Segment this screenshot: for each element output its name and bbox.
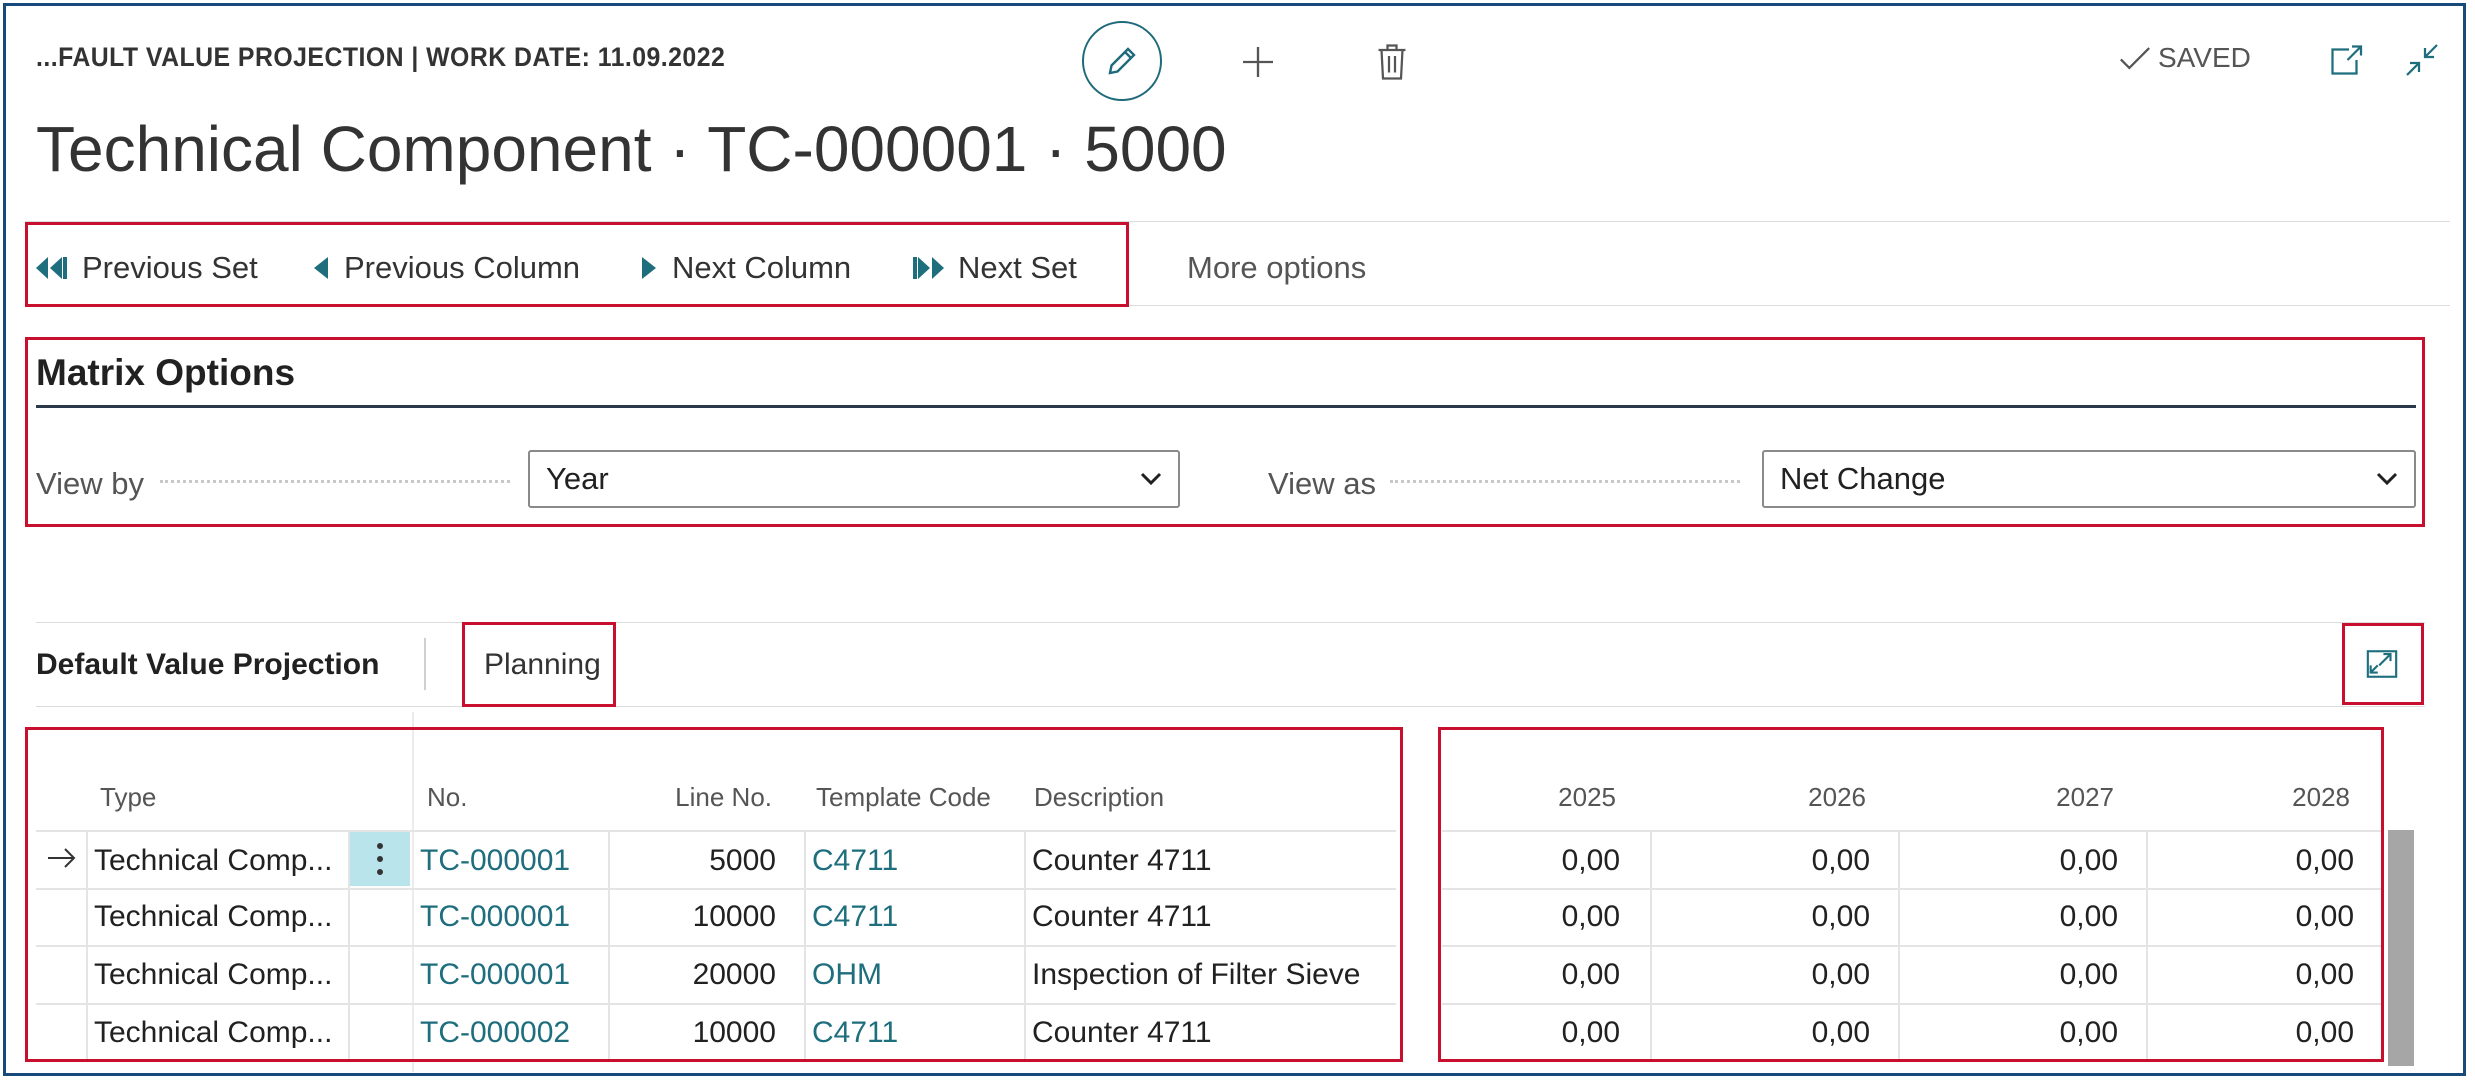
highlight-matrix-options — [25, 337, 2425, 527]
open-new-window-icon — [2331, 45, 2363, 75]
more-options-button[interactable]: More options — [1187, 250, 1366, 286]
collapse-button[interactable] — [2402, 40, 2442, 80]
highlight-expand — [2342, 623, 2424, 705]
saved-status: SAVED — [2118, 42, 2251, 74]
highlight-actions — [25, 222, 1129, 307]
edit-icon — [1108, 47, 1136, 75]
part-title: Default Value Projection — [36, 648, 380, 681]
part-tab-divider — [424, 638, 426, 690]
delete-button[interactable] — [1368, 38, 1416, 86]
page-caption: ...FAULT VALUE PROJECTION | WORK DATE: 1… — [36, 42, 726, 72]
highlight-lines-table — [25, 727, 1403, 1062]
highlight-planning-tab — [462, 622, 616, 707]
highlight-matrix-columns — [1438, 727, 2384, 1062]
saved-label: SAVED — [2158, 42, 2251, 73]
part-bottom-rule — [36, 706, 2425, 707]
part-top-rule — [36, 622, 2425, 623]
trash-icon — [1378, 44, 1406, 80]
new-button[interactable] — [1234, 38, 1282, 86]
vertical-scrollbar[interactable] — [2388, 830, 2414, 1066]
page-title: Technical Component · TC-000001 · 5000 — [36, 113, 1227, 185]
open-new-window-button[interactable] — [2326, 40, 2366, 80]
check-icon — [2120, 47, 2150, 70]
collapse-icon — [2406, 44, 2438, 76]
edit-button[interactable] — [1082, 21, 1162, 101]
plus-icon — [1243, 47, 1273, 77]
